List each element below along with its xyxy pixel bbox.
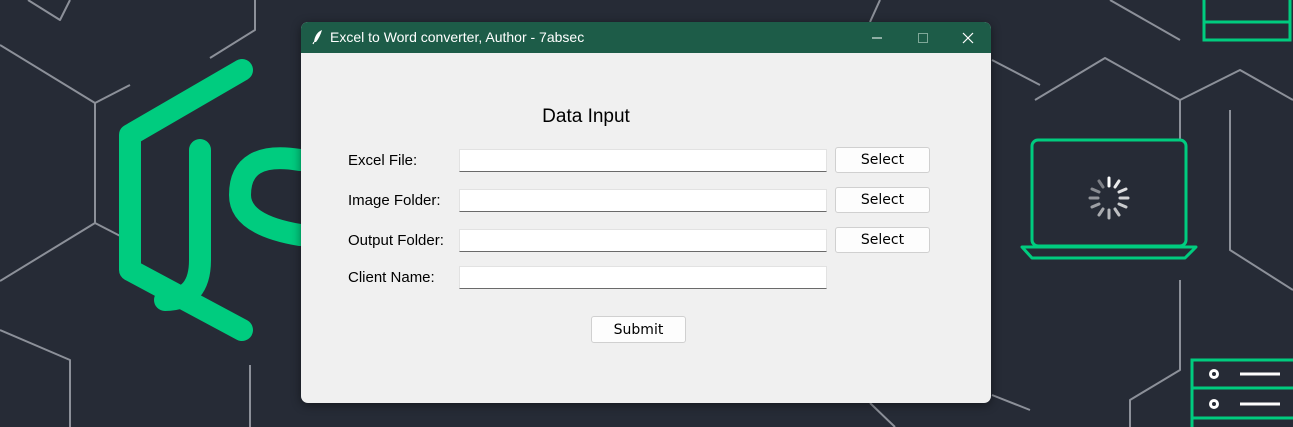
- output-folder-input[interactable]: [459, 229, 827, 252]
- minimize-icon: [872, 37, 882, 39]
- minimize-button[interactable]: [854, 22, 900, 53]
- excel-file-label: Excel File:: [348, 152, 418, 169]
- image-folder-label: Image Folder:: [348, 192, 441, 209]
- submit-button[interactable]: Submit: [591, 316, 686, 343]
- image-folder-input[interactable]: [459, 189, 827, 212]
- excel-file-select-button[interactable]: Select: [835, 147, 930, 173]
- app-window: Excel to Word converter, Author - 7absec…: [301, 22, 991, 403]
- client-name-label: Client Name:: [348, 269, 435, 286]
- excel-file-input[interactable]: [459, 149, 827, 172]
- client-name-input[interactable]: [459, 266, 827, 289]
- window-title: Excel to Word converter, Author - 7absec: [330, 29, 585, 45]
- maximize-button[interactable]: [900, 22, 946, 53]
- output-folder-label: Output Folder:: [348, 232, 444, 249]
- close-icon: [962, 32, 974, 44]
- output-folder-select-button[interactable]: Select: [835, 227, 930, 253]
- close-button[interactable]: [945, 22, 991, 53]
- image-folder-select-button[interactable]: Select: [835, 187, 930, 213]
- maximize-icon: [918, 33, 928, 43]
- title-bar[interactable]: Excel to Word converter, Author - 7absec: [301, 22, 991, 53]
- form-heading: Data Input: [542, 106, 630, 127]
- feather-icon: [312, 30, 322, 45]
